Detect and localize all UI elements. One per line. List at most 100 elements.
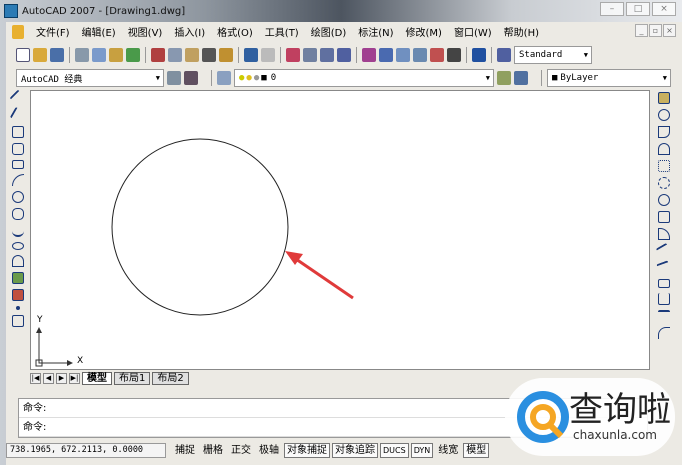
menu-window[interactable]: 窗口(W) <box>454 24 492 39</box>
tab-layout1[interactable]: 布局1 <box>114 371 151 385</box>
save-workspace-icon[interactable] <box>184 71 198 85</box>
rectangle-icon[interactable] <box>12 160 24 169</box>
help-icon[interactable] <box>472 48 486 62</box>
hatch-icon[interactable] <box>12 315 24 327</box>
copy-object-icon[interactable] <box>658 109 670 121</box>
revision-cloud-icon[interactable] <box>12 208 24 220</box>
erase-icon[interactable] <box>658 92 670 104</box>
menu-modify[interactable]: 修改(M) <box>406 24 442 39</box>
publish-icon[interactable] <box>109 48 123 62</box>
workspace-select[interactable]: AutoCAD 经典 ▼ <box>16 69 164 87</box>
osnap-toggle[interactable]: 对象捕捉 <box>284 442 330 458</box>
save-icon[interactable] <box>50 48 64 62</box>
move-icon[interactable] <box>658 177 670 189</box>
calculator-icon[interactable] <box>447 48 461 62</box>
zoom-realtime-icon[interactable] <box>303 48 317 62</box>
snap-toggle[interactable]: 捕捉 <box>172 443 198 458</box>
menu-help[interactable]: 帮助(H) <box>504 24 539 39</box>
color-select[interactable]: ■ ByLayer ▼ <box>547 69 671 87</box>
doc-close-button[interactable]: × <box>663 24 676 37</box>
zoom-window-icon[interactable] <box>320 48 334 62</box>
dyn-toggle[interactable]: DYN <box>410 442 434 458</box>
last-tab-button[interactable]: ▶| <box>69 372 80 384</box>
construction-line-icon[interactable] <box>9 106 27 124</box>
cut-icon[interactable] <box>151 48 165 62</box>
fillet-icon[interactable] <box>658 327 670 339</box>
break-icon[interactable] <box>658 279 670 288</box>
doc-minimize-button[interactable]: _ <box>635 24 648 37</box>
rotate-icon[interactable] <box>658 194 670 206</box>
drawing-canvas[interactable]: Y X <box>30 90 650 370</box>
otrack-toggle[interactable]: 对象追踪 <box>332 442 378 458</box>
polygon-icon[interactable] <box>12 143 24 155</box>
zoom-previous-icon[interactable] <box>337 48 351 62</box>
polar-toggle[interactable]: 极轴 <box>256 443 282 458</box>
insert-block-icon[interactable] <box>12 272 24 284</box>
chamfer-icon[interactable] <box>658 310 670 322</box>
close-button[interactable]: × <box>652 2 676 16</box>
layer-previous-icon[interactable] <box>514 71 528 85</box>
match-properties-icon[interactable] <box>202 48 216 62</box>
undo-icon[interactable] <box>244 48 258 62</box>
arc-icon[interactable] <box>12 174 24 186</box>
grid-toggle[interactable]: 栅格 <box>200 443 226 458</box>
tab-model[interactable]: 模型 <box>82 371 112 385</box>
polyline-icon[interactable] <box>12 126 24 138</box>
new-icon[interactable] <box>16 48 30 62</box>
menu-view[interactable]: 视图(V) <box>128 24 163 39</box>
menu-insert[interactable]: 插入(I) <box>174 24 205 39</box>
tab-layout2[interactable]: 布局2 <box>152 371 189 385</box>
join-icon[interactable] <box>658 293 670 305</box>
ducs-toggle[interactable]: DUCS <box>380 442 409 458</box>
spline-icon[interactable] <box>12 225 24 237</box>
web-icon[interactable] <box>126 48 140 62</box>
ellipse-icon[interactable] <box>12 242 24 250</box>
scale-icon[interactable] <box>658 211 670 223</box>
sheet-set-icon[interactable] <box>413 48 427 62</box>
menu-draw[interactable]: 绘图(D) <box>311 24 347 39</box>
workspace-settings-icon[interactable] <box>167 71 181 85</box>
menu-dimension[interactable]: 标注(N) <box>358 24 393 39</box>
next-tab-button[interactable]: ▶ <box>56 372 67 384</box>
prev-tab-button[interactable]: ◀ <box>43 372 54 384</box>
minimize-button[interactable]: – <box>600 2 624 16</box>
first-tab-button[interactable]: |◀ <box>30 372 41 384</box>
open-icon[interactable] <box>33 48 47 62</box>
stretch-icon[interactable] <box>658 228 670 240</box>
array-icon[interactable] <box>658 160 670 172</box>
doc-restore-button[interactable]: ▫ <box>649 24 662 37</box>
copy-icon[interactable] <box>168 48 182 62</box>
design-center-icon[interactable] <box>379 48 393 62</box>
lineweight-toggle[interactable]: 线宽 <box>435 443 461 458</box>
circle-icon[interactable] <box>12 191 24 203</box>
point-icon[interactable] <box>16 306 20 310</box>
trim-icon[interactable] <box>655 242 673 260</box>
properties-icon[interactable] <box>362 48 376 62</box>
model-toggle[interactable]: 模型 <box>463 442 490 458</box>
make-current-icon[interactable] <box>497 71 511 85</box>
menu-edit[interactable]: 编辑(E) <box>82 24 116 39</box>
text-style-select[interactable]: Standard ▼ <box>514 46 592 64</box>
ellipse-arc-icon[interactable] <box>12 255 24 267</box>
pan-icon[interactable] <box>286 48 300 62</box>
menu-file[interactable]: 文件(F) <box>36 24 70 39</box>
paste-icon[interactable] <box>185 48 199 62</box>
redo-icon[interactable] <box>261 48 275 62</box>
block-editor-icon[interactable] <box>219 48 233 62</box>
layer-manager-icon[interactable] <box>217 71 231 85</box>
text-style-icon[interactable] <box>497 48 511 62</box>
make-block-icon[interactable] <box>12 289 24 301</box>
menu-tools[interactable]: 工具(T) <box>265 24 299 39</box>
mirror-icon[interactable] <box>658 126 670 138</box>
drawn-circle[interactable] <box>111 138 289 316</box>
line-icon[interactable] <box>9 89 27 107</box>
extend-icon[interactable] <box>656 260 672 276</box>
preview-icon[interactable] <box>92 48 106 62</box>
menu-format[interactable]: 格式(O) <box>217 24 253 39</box>
ortho-toggle[interactable]: 正交 <box>228 443 254 458</box>
print-icon[interactable] <box>75 48 89 62</box>
tool-palettes-icon[interactable] <box>396 48 410 62</box>
layer-select[interactable]: ● ● ● ■ 0 ▼ <box>234 69 494 87</box>
offset-icon[interactable] <box>658 143 670 155</box>
markup-icon[interactable] <box>430 48 444 62</box>
